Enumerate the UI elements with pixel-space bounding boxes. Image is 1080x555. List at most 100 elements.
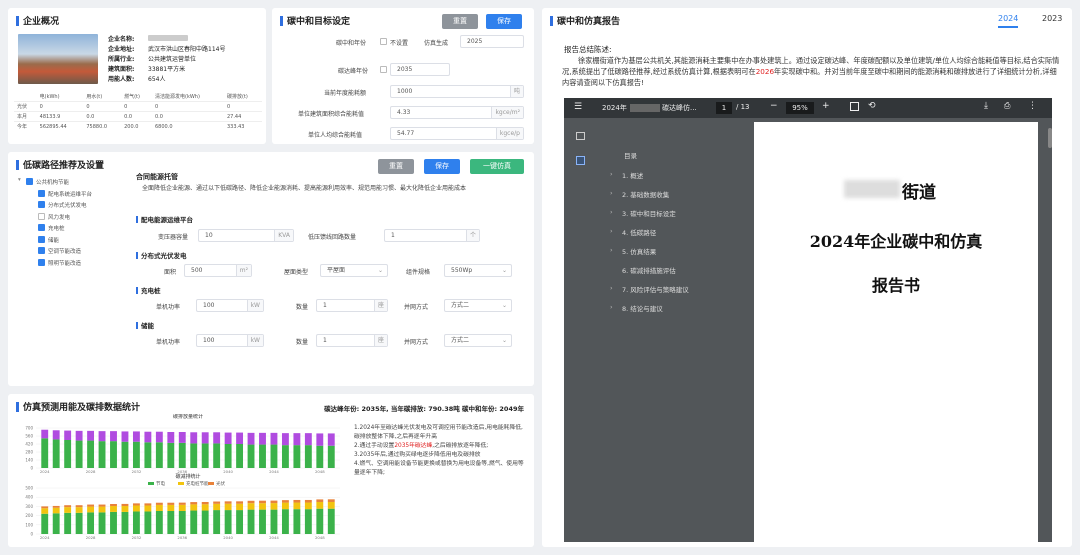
storage-power-input[interactable]: 100 kW bbox=[196, 334, 264, 347]
chevron-right-icon[interactable]: › bbox=[610, 284, 613, 292]
loop-count-input[interactable]: 1个 bbox=[384, 229, 480, 242]
download-icon[interactable]: ⤓ bbox=[984, 101, 988, 111]
toc-item[interactable]: 6. 碳减排措施评估 bbox=[622, 265, 676, 275]
bar-segment bbox=[98, 504, 106, 507]
bar-segment bbox=[259, 509, 266, 534]
table-header-cell bbox=[14, 92, 37, 102]
tree-expand-icon[interactable]: ▾ bbox=[18, 177, 21, 183]
loop-count-unit: 个 bbox=[465, 230, 479, 241]
storage-count-unit: 座 bbox=[373, 335, 387, 346]
menu-icon[interactable]: ☰ bbox=[574, 102, 582, 112]
target-reset-button[interactable]: 重置 bbox=[442, 14, 478, 29]
summary-text: 徐家棚街道作为基层公共机关,其能源消耗主要集中在办事处建筑上。通过设定碳达峰、年… bbox=[562, 55, 1062, 88]
thumbnail-icon[interactable] bbox=[576, 132, 585, 140]
tree-checkbox[interactable] bbox=[38, 201, 45, 208]
table-cell: 48133.9 bbox=[39, 113, 61, 120]
tab-2023[interactable]: 2023 bbox=[1042, 14, 1062, 23]
outline-icon[interactable] bbox=[576, 156, 585, 165]
toc-item[interactable]: 4. 低碳路径 bbox=[622, 227, 656, 237]
not-set-checkbox[interactable] bbox=[380, 38, 387, 45]
simulate-button[interactable]: 一键仿真 bbox=[470, 159, 524, 174]
neutral-year-input[interactable]: 2025 bbox=[460, 35, 524, 48]
tree-item-label: 公共机构节能 bbox=[36, 180, 70, 186]
tree-checkbox[interactable] bbox=[38, 247, 45, 254]
bar-segment bbox=[281, 433, 289, 446]
bar-segment bbox=[293, 433, 301, 446]
peak-year-checkbox[interactable] bbox=[380, 66, 387, 73]
x-tick-label: 2044 bbox=[269, 535, 279, 540]
chevron-right-icon[interactable]: › bbox=[610, 227, 613, 235]
toc-item[interactable]: 3. 碳中和目标设定 bbox=[622, 208, 676, 218]
tree-item-label: 配电系统运维平台 bbox=[48, 191, 93, 198]
bar-segment bbox=[64, 505, 72, 508]
area-unit: kgce/m² bbox=[491, 107, 523, 118]
chevron-right-icon[interactable]: › bbox=[610, 170, 613, 178]
overview-panel: 企业概况 企业名称: 企业地址: 武汉市洪山区春阳中路114号 所属行业: 公共建筑运营… bbox=[8, 8, 266, 144]
total-input[interactable]: 1000 吨 bbox=[390, 85, 524, 98]
bar-segment bbox=[155, 502, 163, 505]
chevron-right-icon[interactable]: › bbox=[610, 246, 613, 254]
person-input[interactable]: 54.77 kgce/p bbox=[390, 127, 524, 140]
tree-checkbox[interactable] bbox=[38, 212, 45, 220]
x-tick-label: 2032 bbox=[132, 535, 142, 540]
toc-item[interactable]: 1. 概述 bbox=[622, 170, 643, 180]
charging-mode-select[interactable]: 方式二 ⌄ bbox=[444, 299, 512, 312]
charging-power-input[interactable]: 100 kW bbox=[196, 299, 264, 312]
bar-segment bbox=[293, 499, 301, 503]
storage-power-label: 单机功率 bbox=[156, 339, 181, 346]
loop-count-label: 低压馈线回路数量 bbox=[308, 234, 357, 241]
total-label: 当前年度能耗额 bbox=[324, 90, 367, 97]
overview-title: 企业概况 bbox=[16, 14, 59, 27]
bar-segment bbox=[132, 441, 140, 468]
target-panel: 碳中和目标设定 重置 保存 碳中和年份 不设置 仿真生成 2025 碳达峰年份 … bbox=[272, 8, 534, 144]
page-total: / 13 bbox=[736, 103, 750, 111]
toc-item[interactable]: 8. 结论与建议 bbox=[622, 303, 663, 313]
storage-count-input[interactable]: 1座 bbox=[316, 334, 388, 347]
fit-page-icon[interactable] bbox=[850, 102, 859, 111]
bar-segment bbox=[110, 504, 117, 507]
bar-segment bbox=[52, 507, 60, 514]
charging-count-input[interactable]: 1座 bbox=[316, 299, 388, 312]
more-icon[interactable]: ⋮ bbox=[1028, 101, 1037, 111]
tree-checkbox[interactable] bbox=[38, 258, 45, 266]
rotate-icon[interactable]: ⟲ bbox=[868, 101, 876, 111]
storage-mode-select[interactable]: 方式二 ⌄ bbox=[444, 334, 512, 347]
area-input[interactable]: 4.33 kgce/m² bbox=[390, 106, 524, 119]
target-save-button[interactable]: 保存 bbox=[486, 14, 522, 29]
chevron-right-icon[interactable]: › bbox=[610, 208, 613, 216]
toc-item[interactable]: 2. 基础数据收集 bbox=[622, 189, 669, 199]
bar-segment bbox=[201, 504, 209, 511]
bar-segment bbox=[316, 445, 324, 468]
tree-checkbox[interactable] bbox=[26, 178, 33, 185]
bar-segment bbox=[144, 503, 152, 506]
chevron-right-icon[interactable]: › bbox=[610, 189, 613, 197]
table-header-cell: 燃气(t) bbox=[124, 94, 140, 100]
page-input[interactable]: 1 bbox=[716, 102, 732, 114]
path-reset-button[interactable]: 重置 bbox=[378, 159, 414, 174]
pv-area-input[interactable]: 500 m² bbox=[184, 264, 252, 277]
tree-checkbox[interactable] bbox=[38, 189, 45, 197]
bar-segment bbox=[155, 504, 163, 511]
peak-year-input[interactable]: 2035 bbox=[390, 63, 450, 76]
toc-item[interactable]: 5. 仿真结果 bbox=[622, 246, 656, 256]
toc-item[interactable]: 7. 风险评估与策略建议 bbox=[622, 284, 689, 294]
roof-type-select[interactable]: 平屋面 ⌄ bbox=[320, 264, 388, 277]
charging-count-unit: 座 bbox=[373, 300, 387, 311]
bar-segment bbox=[132, 503, 140, 506]
tree-checkbox[interactable] bbox=[38, 235, 45, 243]
x-tick-label: 2028 bbox=[86, 469, 96, 474]
capacity-input[interactable]: 10 KVA bbox=[198, 229, 294, 242]
pdf-viewer[interactable]: ☰ 2024年 碳达峰仿... 1 / 13 − 95% + ⟲ ⤓ ⎙ ⋮ 目… bbox=[564, 98, 1052, 542]
zoom-level[interactable]: 95% bbox=[786, 102, 814, 114]
zoom-in-icon[interactable]: + bbox=[822, 101, 830, 111]
print-icon[interactable]: ⎙ bbox=[1004, 101, 1010, 111]
area-label: 单位建筑面积综合能耗值 bbox=[298, 111, 365, 118]
zoom-out-icon[interactable]: − bbox=[770, 101, 778, 111]
module-spec-select[interactable]: 550Wp ⌄ bbox=[444, 264, 512, 277]
pdf-scrollbar[interactable] bbox=[1048, 128, 1052, 148]
path-save-button[interactable]: 保存 bbox=[424, 159, 460, 174]
tree-checkbox[interactable] bbox=[38, 224, 45, 231]
tab-2024[interactable]: 2024 bbox=[998, 14, 1019, 28]
chevron-right-icon[interactable]: › bbox=[610, 303, 613, 311]
bar-segment bbox=[259, 503, 266, 510]
